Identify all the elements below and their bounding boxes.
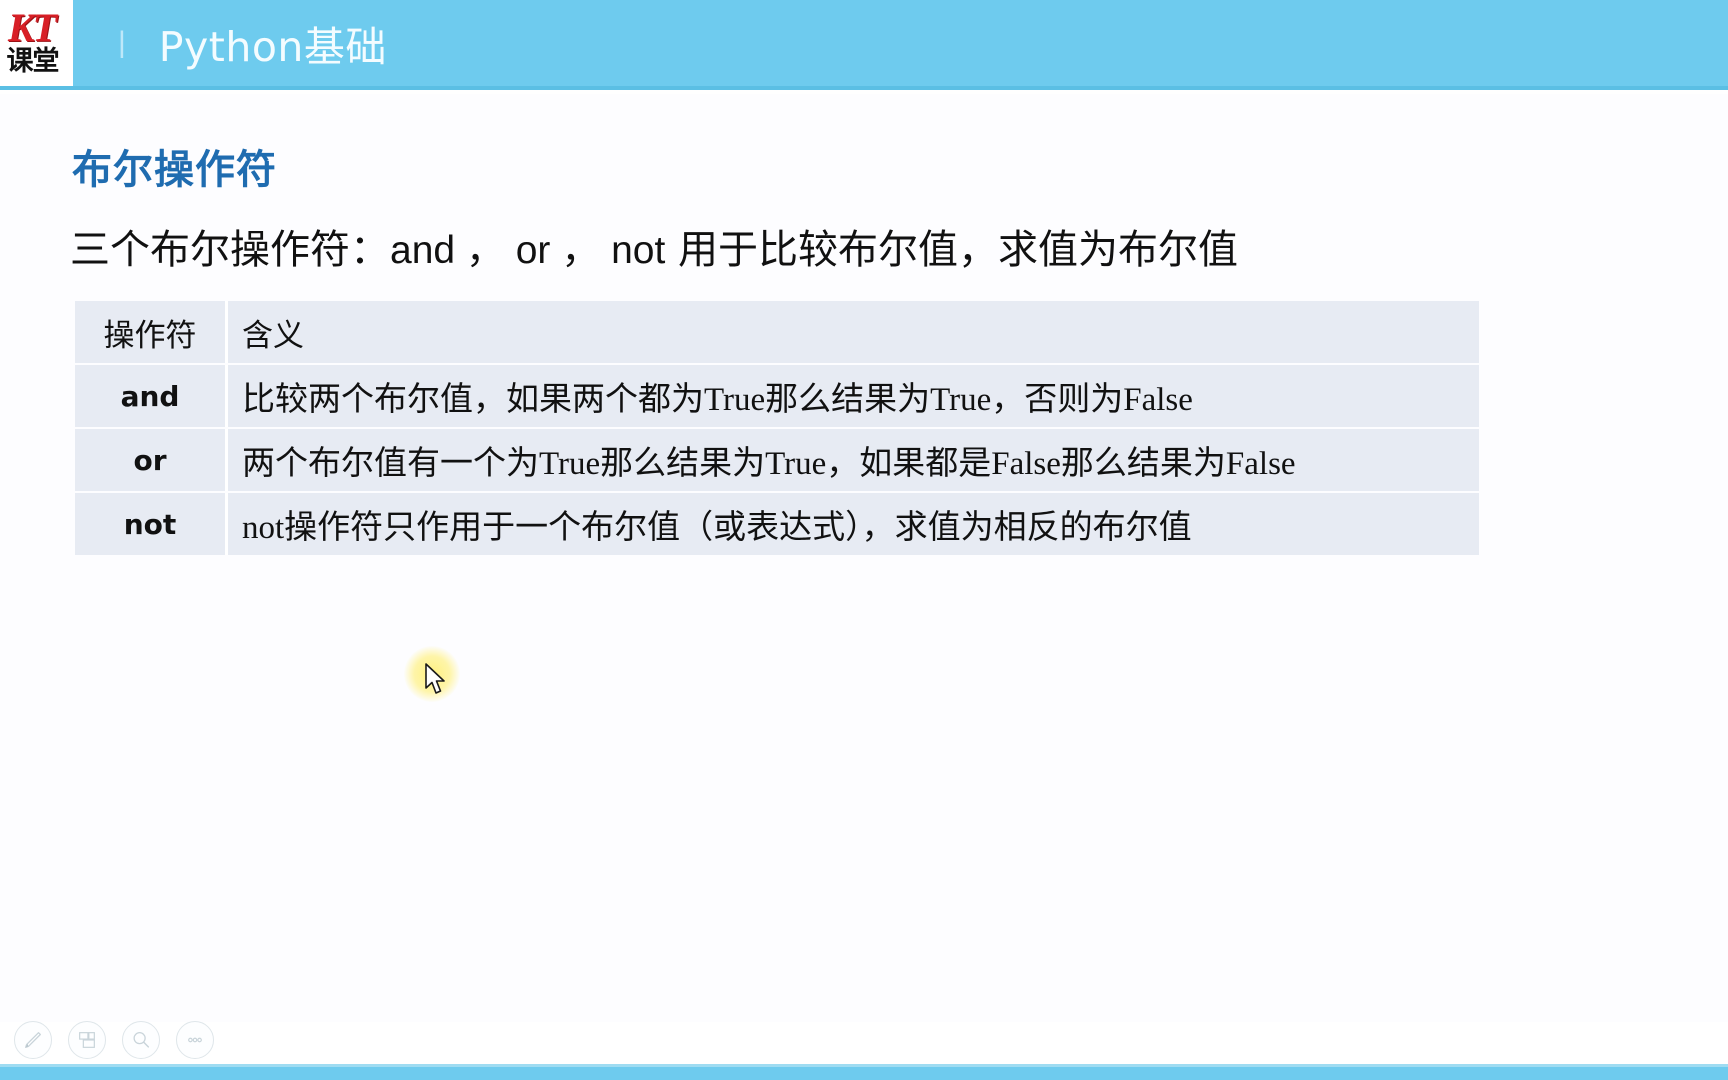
course-title: Python基础 bbox=[158, 23, 387, 71]
bottom-accent-strip bbox=[0, 1064, 1728, 1080]
layers-tool-button[interactable] bbox=[68, 1021, 106, 1059]
more-options-button[interactable] bbox=[176, 1021, 214, 1059]
page-title: 布尔操作符 bbox=[72, 147, 277, 193]
table-header-row: 操作符 含义 bbox=[75, 301, 1479, 363]
table-header-operator: 操作符 bbox=[75, 301, 228, 363]
more-icon bbox=[188, 1037, 202, 1043]
header-separator: | bbox=[118, 26, 126, 59]
table-cell-operator: not bbox=[75, 493, 228, 555]
subtitle-suffix: 用于比较布尔值，求值为布尔值 bbox=[665, 227, 1239, 273]
table-cell-operator: or bbox=[75, 429, 228, 491]
magnifier-icon bbox=[133, 1032, 150, 1048]
cursor-highlight-glow bbox=[404, 646, 460, 702]
operators-table: 操作符 含义 and 比较两个布尔值，如果两个都为True那么结果为True，否… bbox=[75, 299, 1479, 557]
layers-icon bbox=[79, 1032, 95, 1048]
table-row: and 比较两个布尔值，如果两个都为True那么结果为True，否则为False bbox=[75, 365, 1479, 427]
logo-secondary-text: 课堂 bbox=[6, 46, 60, 77]
subtitle-prefix: 三个布尔操作符： bbox=[70, 227, 390, 273]
brand-logo: KT 课堂 bbox=[0, 0, 73, 86]
subtitle-operators: and ， or ， not bbox=[390, 229, 666, 272]
magnifier-tool-button[interactable] bbox=[122, 1021, 160, 1059]
logo-primary-text: KT bbox=[7, 5, 57, 50]
mouse-cursor bbox=[404, 646, 474, 716]
table-cell-operator: and bbox=[75, 365, 228, 427]
presentation-slide: KT 课堂 | Python基础 布尔操作符 三个布尔操作符：and ， or … bbox=[0, 0, 1728, 1080]
table-header-meaning: 含义 bbox=[228, 301, 1479, 363]
pen-icon bbox=[25, 1032, 41, 1048]
cursor-arrow-icon bbox=[425, 663, 445, 694]
pen-tool-button[interactable] bbox=[14, 1021, 52, 1059]
table-cell-meaning: not操作符只作用于一个布尔值（或表达式），求值为相反的布尔值 bbox=[228, 493, 1479, 555]
table-cell-meaning: 比较两个布尔值，如果两个都为True那么结果为True，否则为False bbox=[228, 365, 1479, 427]
slide-content: 布尔操作符 三个布尔操作符：and ， or ， not 用于比较布尔值，求值为… bbox=[0, 94, 1728, 1022]
table-cell-meaning: 两个布尔值有一个为True那么结果为True，如果都是False那么结果为Fal… bbox=[228, 429, 1479, 491]
top-header-bar: KT 课堂 | Python基础 bbox=[0, 0, 1728, 90]
table-row: not not操作符只作用于一个布尔值（或表达式），求值为相反的布尔值 bbox=[75, 493, 1479, 555]
slide-subtitle: 三个布尔操作符：and ， or ， not 用于比较布尔值，求值为布尔值 bbox=[70, 217, 1238, 275]
table-row: or 两个布尔值有一个为True那么结果为True，如果都是False那么结果为… bbox=[75, 429, 1479, 491]
bottom-toolbar bbox=[0, 1018, 1728, 1062]
